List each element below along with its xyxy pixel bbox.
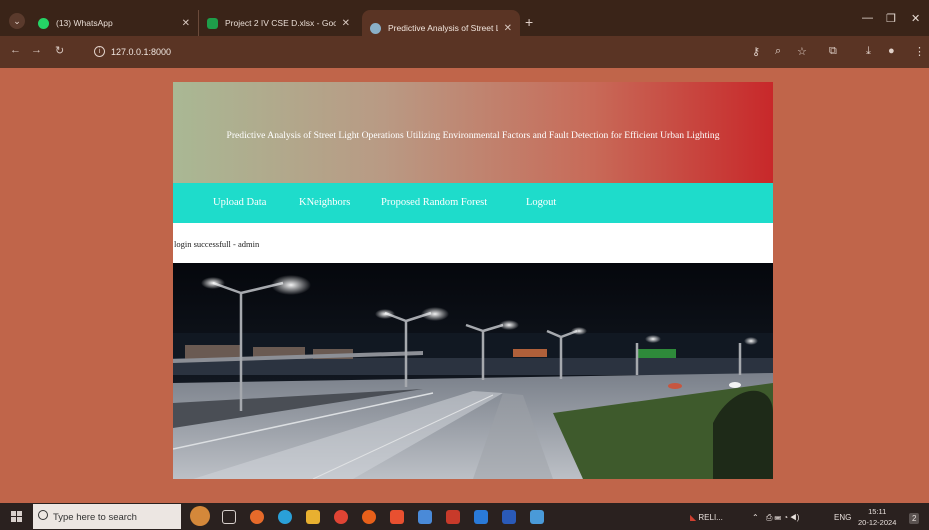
profile-avatar-icon[interactable]: ●: [888, 45, 895, 57]
street-light-hero-image: [173, 263, 773, 479]
language-indicator[interactable]: ENG: [834, 513, 851, 522]
app-icon[interactable]: [250, 510, 264, 524]
header-banner: Predictive Analysis of Street Light Oper…: [173, 82, 773, 183]
back-icon[interactable]: ←: [10, 44, 21, 56]
forward-icon[interactable]: →: [31, 44, 42, 56]
download-icon[interactable]: ⤓: [866, 45, 871, 58]
minimize-icon[interactable]: —: [862, 12, 873, 24]
tray-overflow-icon[interactable]: ⌃: [752, 513, 759, 522]
page-title: Predictive Analysis of Street Light Oper…: [226, 130, 720, 141]
task-view-icon[interactable]: [222, 510, 236, 524]
whatsapp-icon: [38, 17, 49, 29]
tab-whatsapp[interactable]: (13) WhatsApp ✕: [30, 10, 198, 36]
password-key-icon[interactable]: ⚷: [752, 45, 760, 58]
nav-upload-data[interactable]: Upload Data: [213, 197, 266, 208]
site-info-icon[interactable]: i: [94, 46, 105, 57]
main-nav: Upload Data KNeighbors Proposed Random F…: [173, 183, 773, 223]
tray-status-icons[interactable]: ⎙ ⌨ ◔ ◀): [766, 513, 799, 523]
url-field[interactable]: 127.0.0.1:8000: [111, 47, 171, 57]
tab-title: (13) WhatsApp: [56, 18, 113, 28]
notes-icon[interactable]: [418, 510, 432, 524]
sheets-icon: [207, 17, 218, 29]
search-app-icon[interactable]: [362, 510, 376, 524]
windows-taskbar: Type here to search ◣ RELI... ⌃ ⎙ ⌨ ◔ ◀)…: [0, 503, 929, 530]
clock-date: 20-12-2024: [858, 518, 897, 527]
vscode-icon[interactable]: [474, 510, 488, 524]
globe-icon: [370, 22, 381, 34]
notification-badge[interactable]: 2: [909, 513, 920, 524]
tab-spreadsheet[interactable]: Project 2 IV CSE D.xlsx - Google ✕: [198, 10, 358, 36]
weather-widget-icon[interactable]: [190, 506, 210, 526]
powerpoint-icon[interactable]: [446, 510, 460, 524]
status-panel: login successfull - admin: [173, 223, 773, 263]
close-icon[interactable]: ✕: [336, 18, 350, 29]
reload-icon[interactable]: ↻: [55, 44, 64, 57]
taskbar-running-app[interactable]: ◣ RELI...: [690, 513, 723, 522]
address-bar: ← → ↻ i 127.0.0.1:8000 ⚷ ⌕ ☆ ⧉ ⤓ ● ⋮: [0, 36, 929, 68]
edge-icon[interactable]: [278, 510, 292, 524]
clock-time: 15:11: [868, 507, 887, 516]
file-explorer-icon[interactable]: [306, 510, 320, 524]
photos-icon[interactable]: [530, 510, 544, 524]
restore-icon[interactable]: ❐: [886, 12, 896, 25]
word-icon[interactable]: [502, 510, 516, 524]
running-app-label: RELI...: [698, 513, 723, 522]
tab-title: Project 2 IV CSE D.xlsx - Google: [225, 18, 336, 28]
nav-kneighbors[interactable]: KNeighbors: [299, 197, 350, 208]
new-tab-button[interactable]: +: [525, 14, 533, 30]
tab-title: Predictive Analysis of Street Lig: [388, 23, 498, 33]
chrome-icon[interactable]: [334, 510, 348, 524]
login-status-message: login successfull - admin: [174, 239, 260, 249]
app-container: Predictive Analysis of Street Light Oper…: [173, 82, 773, 479]
tab-search-icon[interactable]: ⌄: [9, 13, 25, 29]
bookmark-star-icon[interactable]: ☆: [797, 45, 807, 58]
windows-start-icon[interactable]: [11, 511, 23, 523]
window-close-icon[interactable]: ✕: [911, 12, 920, 25]
nav-logout[interactable]: Logout: [526, 197, 556, 208]
zoom-icon[interactable]: ⌕: [775, 45, 781, 58]
search-icon: [38, 510, 48, 520]
search-placeholder: Type here to search: [53, 512, 137, 523]
brave-icon[interactable]: [390, 510, 404, 524]
menu-kebab-icon[interactable]: ⋮: [914, 45, 925, 58]
nav-proposed-random-forest[interactable]: Proposed Random Forest: [381, 197, 487, 208]
taskbar-clock[interactable]: 15:11 20-12-2024: [858, 506, 896, 528]
extensions-icon[interactable]: ⧉: [829, 45, 837, 58]
close-icon[interactable]: ✕: [176, 18, 190, 29]
close-icon[interactable]: ✕: [498, 23, 512, 34]
